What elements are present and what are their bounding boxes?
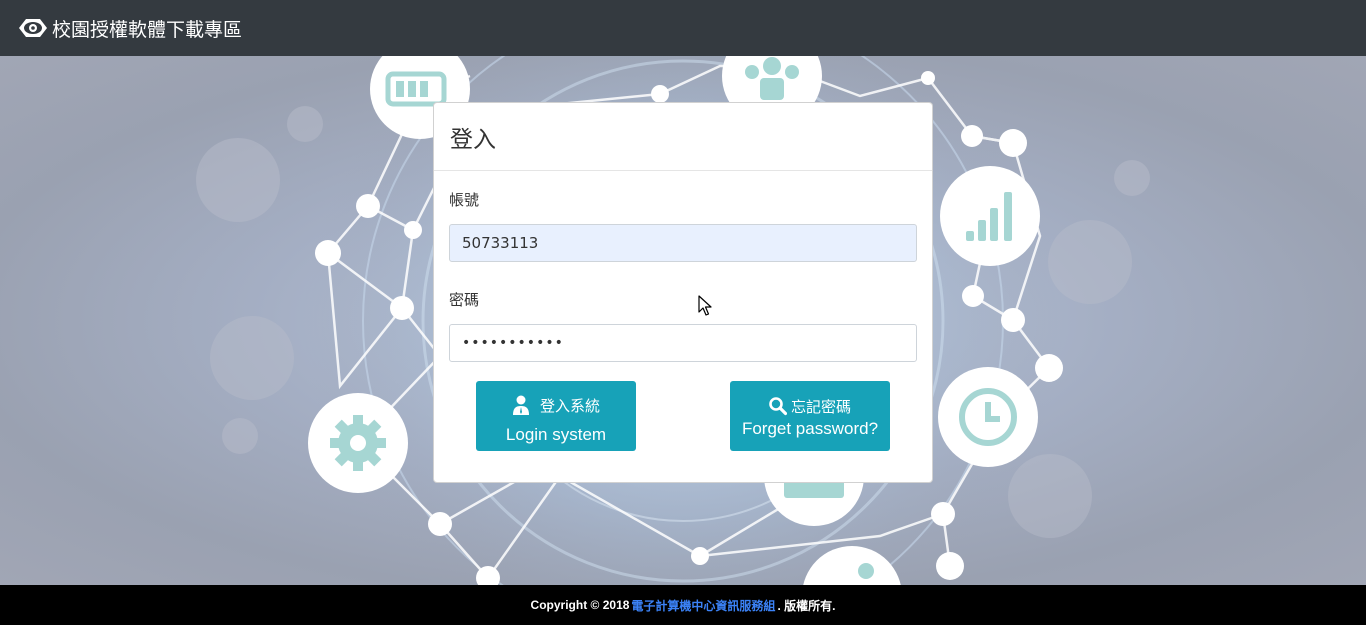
search-icon xyxy=(769,397,787,416)
org-link[interactable]: 電子計算機中心資訊服務組 xyxy=(631,597,775,614)
account-label: 帳號 xyxy=(449,191,480,209)
login-card: 登入 帳號 50733113 密碼 ••••••••••• 登入系統 Login… xyxy=(433,102,933,483)
account-input[interactable]: 50733113 xyxy=(449,224,917,262)
forget-button-row: 忘記密碼 xyxy=(730,394,890,418)
page-footer: Copyright © 2018 電子計算機中心資訊服務組 . 版權所有. xyxy=(0,585,1366,625)
login-button[interactable]: 登入系統 Login system xyxy=(476,381,636,451)
top-navbar: 校園授權軟體下載專區 xyxy=(0,0,1366,56)
forget-password-button[interactable]: 忘記密碼 Forget password? xyxy=(730,381,890,451)
login-form: 帳號 50733113 密碼 ••••••••••• xyxy=(434,171,932,362)
password-input[interactable]: ••••••••••• xyxy=(449,324,917,362)
user-icon xyxy=(512,395,529,415)
clock-bubble-icon xyxy=(938,367,1038,467)
site-title: 校園授權軟體下載專區 xyxy=(52,18,243,41)
password-label: 密碼 xyxy=(449,291,480,309)
rights-text: . 版權所有. xyxy=(777,598,836,613)
login-button-label-en: Login system xyxy=(505,425,607,444)
eye-logo-icon xyxy=(19,19,47,37)
forget-button-label-en: Forget password? xyxy=(741,419,879,438)
login-button-row: 登入系統 xyxy=(476,393,636,417)
signal-bubble-icon xyxy=(940,166,1040,266)
gear-bubble-icon xyxy=(308,393,408,493)
login-card-header: 登入 xyxy=(434,103,932,171)
copyright-text: Copyright © 2018 xyxy=(530,598,630,612)
login-button-label-zh: 登入系統 xyxy=(539,396,600,415)
forget-button-label-zh: 忘記密碼 xyxy=(790,397,851,416)
login-title: 登入 xyxy=(450,126,496,153)
mouse-cursor-icon xyxy=(698,295,712,316)
brand-link[interactable]: 校園授權軟體下載專區 xyxy=(16,15,242,42)
